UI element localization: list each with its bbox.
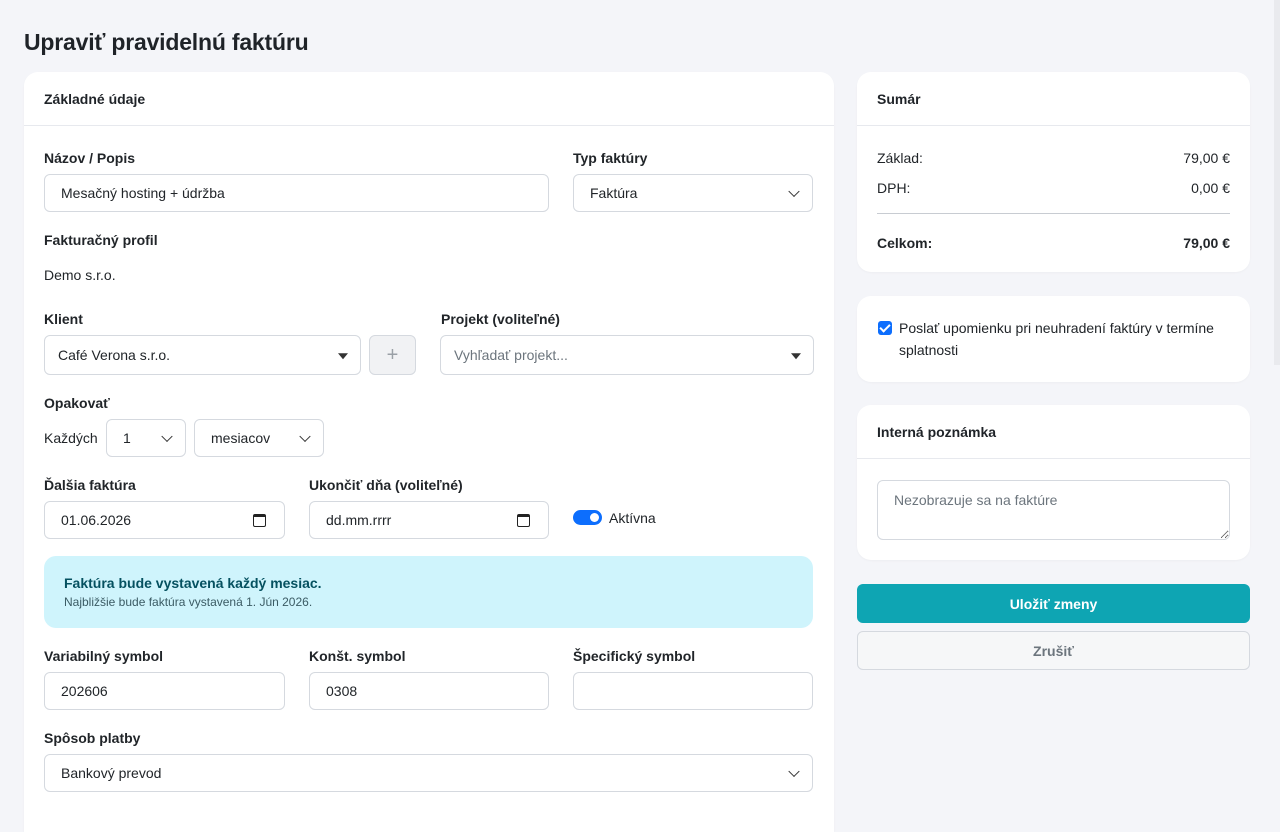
info-title: Faktúra bude vystavená každý mesiac. [64, 575, 322, 591]
calendar-icon[interactable] [517, 514, 530, 527]
client-select[interactable]: Café Verona s.r.o. [44, 335, 361, 375]
variable-symbol-input[interactable]: 202606 [44, 672, 285, 710]
client-label: Klient [44, 311, 83, 327]
reminder-label[interactable]: Poslať upomienku pri neuhradení faktúry … [899, 317, 1229, 361]
cancel-button[interactable]: Zrušiť [857, 631, 1250, 670]
constant-symbol-value: 0308 [326, 683, 358, 699]
unit-select[interactable]: mesiacov [194, 419, 324, 457]
reminder-checkbox[interactable] [878, 321, 892, 335]
summary-divider [877, 213, 1230, 214]
name-input-value: Mesačný hosting + údržba [61, 185, 225, 201]
name-label: Názov / Popis [44, 150, 136, 166]
page-scrollbar[interactable] [1274, 0, 1280, 365]
active-label: Aktívna [609, 510, 656, 526]
active-toggle[interactable] [573, 510, 602, 525]
caret-down-icon [791, 353, 801, 360]
type-label: Typ faktúry [573, 150, 648, 166]
project-select-placeholder: Vyhľadať projekt... [454, 347, 568, 363]
summary-card: Sumár Základ: 79,00 € DPH: 0,00 € Celkom… [857, 72, 1250, 272]
project-select[interactable]: Vyhľadať projekt... [440, 335, 814, 375]
basic-details-header: Základné údaje [24, 72, 834, 126]
summary-header: Sumár [857, 72, 1250, 126]
type-select-value: Faktúra [590, 185, 638, 201]
summary-base-row: Základ: 79,00 € [877, 150, 1230, 166]
profile-label: Fakturačný profil [44, 232, 158, 248]
next-invoice-label: Ďalšia faktúra [44, 477, 136, 493]
payment-method-label: Spôsob platby [44, 730, 141, 746]
plus-icon: + [386, 343, 399, 366]
vat-value: 0,00 € [1191, 180, 1230, 196]
add-client-button[interactable]: + [369, 335, 416, 375]
specific-symbol-input[interactable] [573, 672, 813, 710]
constant-symbol-input[interactable]: 0308 [309, 672, 549, 710]
summary-total-row: Celkom: 79,00 € [877, 235, 1230, 251]
base-label: Základ: [877, 150, 923, 166]
base-value: 79,00 € [1183, 150, 1230, 166]
caret-down-icon [338, 353, 348, 360]
profile-value: Demo s.r.o. [44, 267, 116, 283]
unit-select-value: mesiacov [211, 430, 271, 446]
every-select-value: 1 [123, 430, 131, 446]
total-label: Celkom: [877, 235, 933, 251]
internal-note-textarea[interactable] [877, 480, 1230, 540]
page-title: Upraviť pravidelnú faktúru [24, 29, 309, 55]
name-input[interactable]: Mesačný hosting + údržba [44, 174, 549, 212]
project-label: Projekt (voliteľné) [441, 311, 560, 327]
every-label: Každých [44, 430, 98, 446]
client-select-value: Café Verona s.r.o. [58, 347, 171, 363]
specific-symbol-label: Špecifický symbol [573, 648, 696, 664]
chevron-down-icon [299, 430, 311, 443]
end-date-label: Ukončiť dňa (voliteľné) [309, 477, 463, 493]
end-date-input[interactable]: dd.mm.rrrr [309, 501, 549, 539]
internal-note-card: Interná poznámka [857, 405, 1250, 560]
internal-note-header: Interná poznámka [857, 405, 1250, 459]
next-invoice-date-input[interactable]: 01.06.2026 [44, 501, 285, 539]
summary-vat-row: DPH: 0,00 € [877, 180, 1230, 196]
chevron-down-icon [788, 765, 800, 778]
repeat-label: Opakovať [44, 395, 110, 411]
variable-symbol-label: Variabilný symbol [44, 648, 164, 664]
recurrence-info-alert: Faktúra bude vystavená každý mesiac. Naj… [44, 556, 813, 628]
every-select[interactable]: 1 [106, 419, 186, 457]
reminder-card: Poslať upomienku pri neuhradení faktúry … [857, 296, 1250, 382]
type-select[interactable]: Faktúra [573, 174, 813, 212]
basic-details-card: Základné údaje Názov / Popis Mesačný hos… [24, 72, 834, 832]
payment-method-value: Bankový prevod [61, 765, 162, 781]
payment-method-select[interactable]: Bankový prevod [44, 754, 813, 792]
constant-symbol-label: Konšt. symbol [309, 648, 406, 664]
save-button[interactable]: Uložiť zmeny [857, 584, 1250, 623]
total-value: 79,00 € [1183, 235, 1230, 251]
vat-label: DPH: [877, 180, 911, 196]
chevron-down-icon [161, 430, 173, 443]
chevron-down-icon [788, 185, 800, 198]
variable-symbol-value: 202606 [61, 683, 108, 699]
end-date-value: dd.mm.rrrr [326, 512, 392, 528]
calendar-icon[interactable] [253, 514, 266, 527]
next-invoice-date-value: 01.06.2026 [61, 512, 132, 528]
info-subtitle: Najbližšie bude faktúra vystavená 1. Jún… [64, 595, 313, 609]
